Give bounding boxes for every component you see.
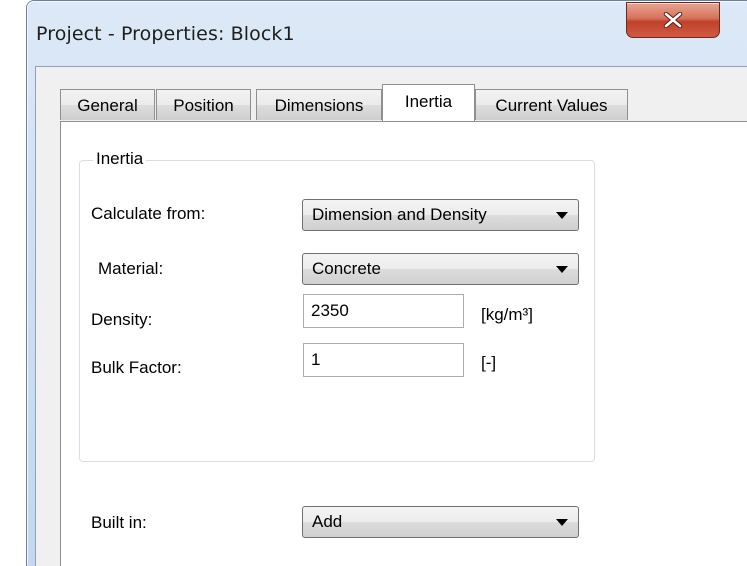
chevron-down-icon — [556, 519, 568, 526]
bulk-factor-input[interactable]: 1 — [303, 343, 464, 377]
calculate-from-label: Calculate from: — [91, 204, 206, 223]
close-button[interactable] — [626, 2, 720, 38]
tab-current-values[interactable]: Current Values — [475, 89, 628, 120]
tab-dimensions[interactable]: Dimensions — [256, 89, 382, 120]
chevron-down-icon — [556, 212, 568, 219]
built-in-dropdown[interactable]: Add — [302, 506, 579, 538]
tab-inertia[interactable]: Inertia — [382, 84, 475, 121]
material-dropdown[interactable]: Concrete — [302, 253, 579, 285]
built-in-label: Built in: — [91, 513, 147, 532]
chevron-down-icon — [556, 266, 568, 273]
bulk-factor-label: Bulk Factor: — [91, 358, 182, 377]
tab-position[interactable]: Position — [156, 89, 251, 120]
calculate-from-dropdown[interactable]: Dimension and Density — [302, 199, 579, 231]
window-title: Project - Properties: Block1 — [36, 23, 295, 45]
material-label: Material: — [98, 259, 164, 278]
inertia-group-legend: Inertia — [93, 149, 147, 169]
bulk-factor-unit: [-] — [481, 353, 497, 372]
tab-general[interactable]: General — [60, 89, 155, 120]
calculate-from-value: Dimension and Density — [312, 205, 487, 224]
density-unit: [kg/m³] — [481, 305, 533, 324]
built-in-value: Add — [312, 512, 343, 531]
density-input[interactable]: 2350 — [303, 294, 464, 328]
material-value: Concrete — [312, 259, 381, 278]
close-x-icon — [663, 12, 683, 28]
density-label: Density: — [91, 310, 153, 329]
